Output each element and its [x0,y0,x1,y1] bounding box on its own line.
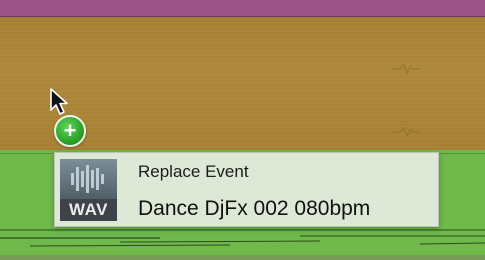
upper-track-strip [0,0,485,17]
audio-file-icon: WAV [60,159,117,221]
waveform-icon [60,159,117,199]
waveform-blip-icon [392,61,420,75]
drag-tooltip: WAV Replace Event Dance DjFx 002 080bpm [54,152,439,227]
arrow-cursor-icon [49,88,73,116]
file-type-label: WAV [60,199,117,221]
waveform-blip-icon [392,124,420,138]
plus-icon: + [54,115,86,147]
drag-action-label: Replace Event [138,162,249,181]
file-name-label: Dance DjFx 002 080bpm [138,197,371,220]
